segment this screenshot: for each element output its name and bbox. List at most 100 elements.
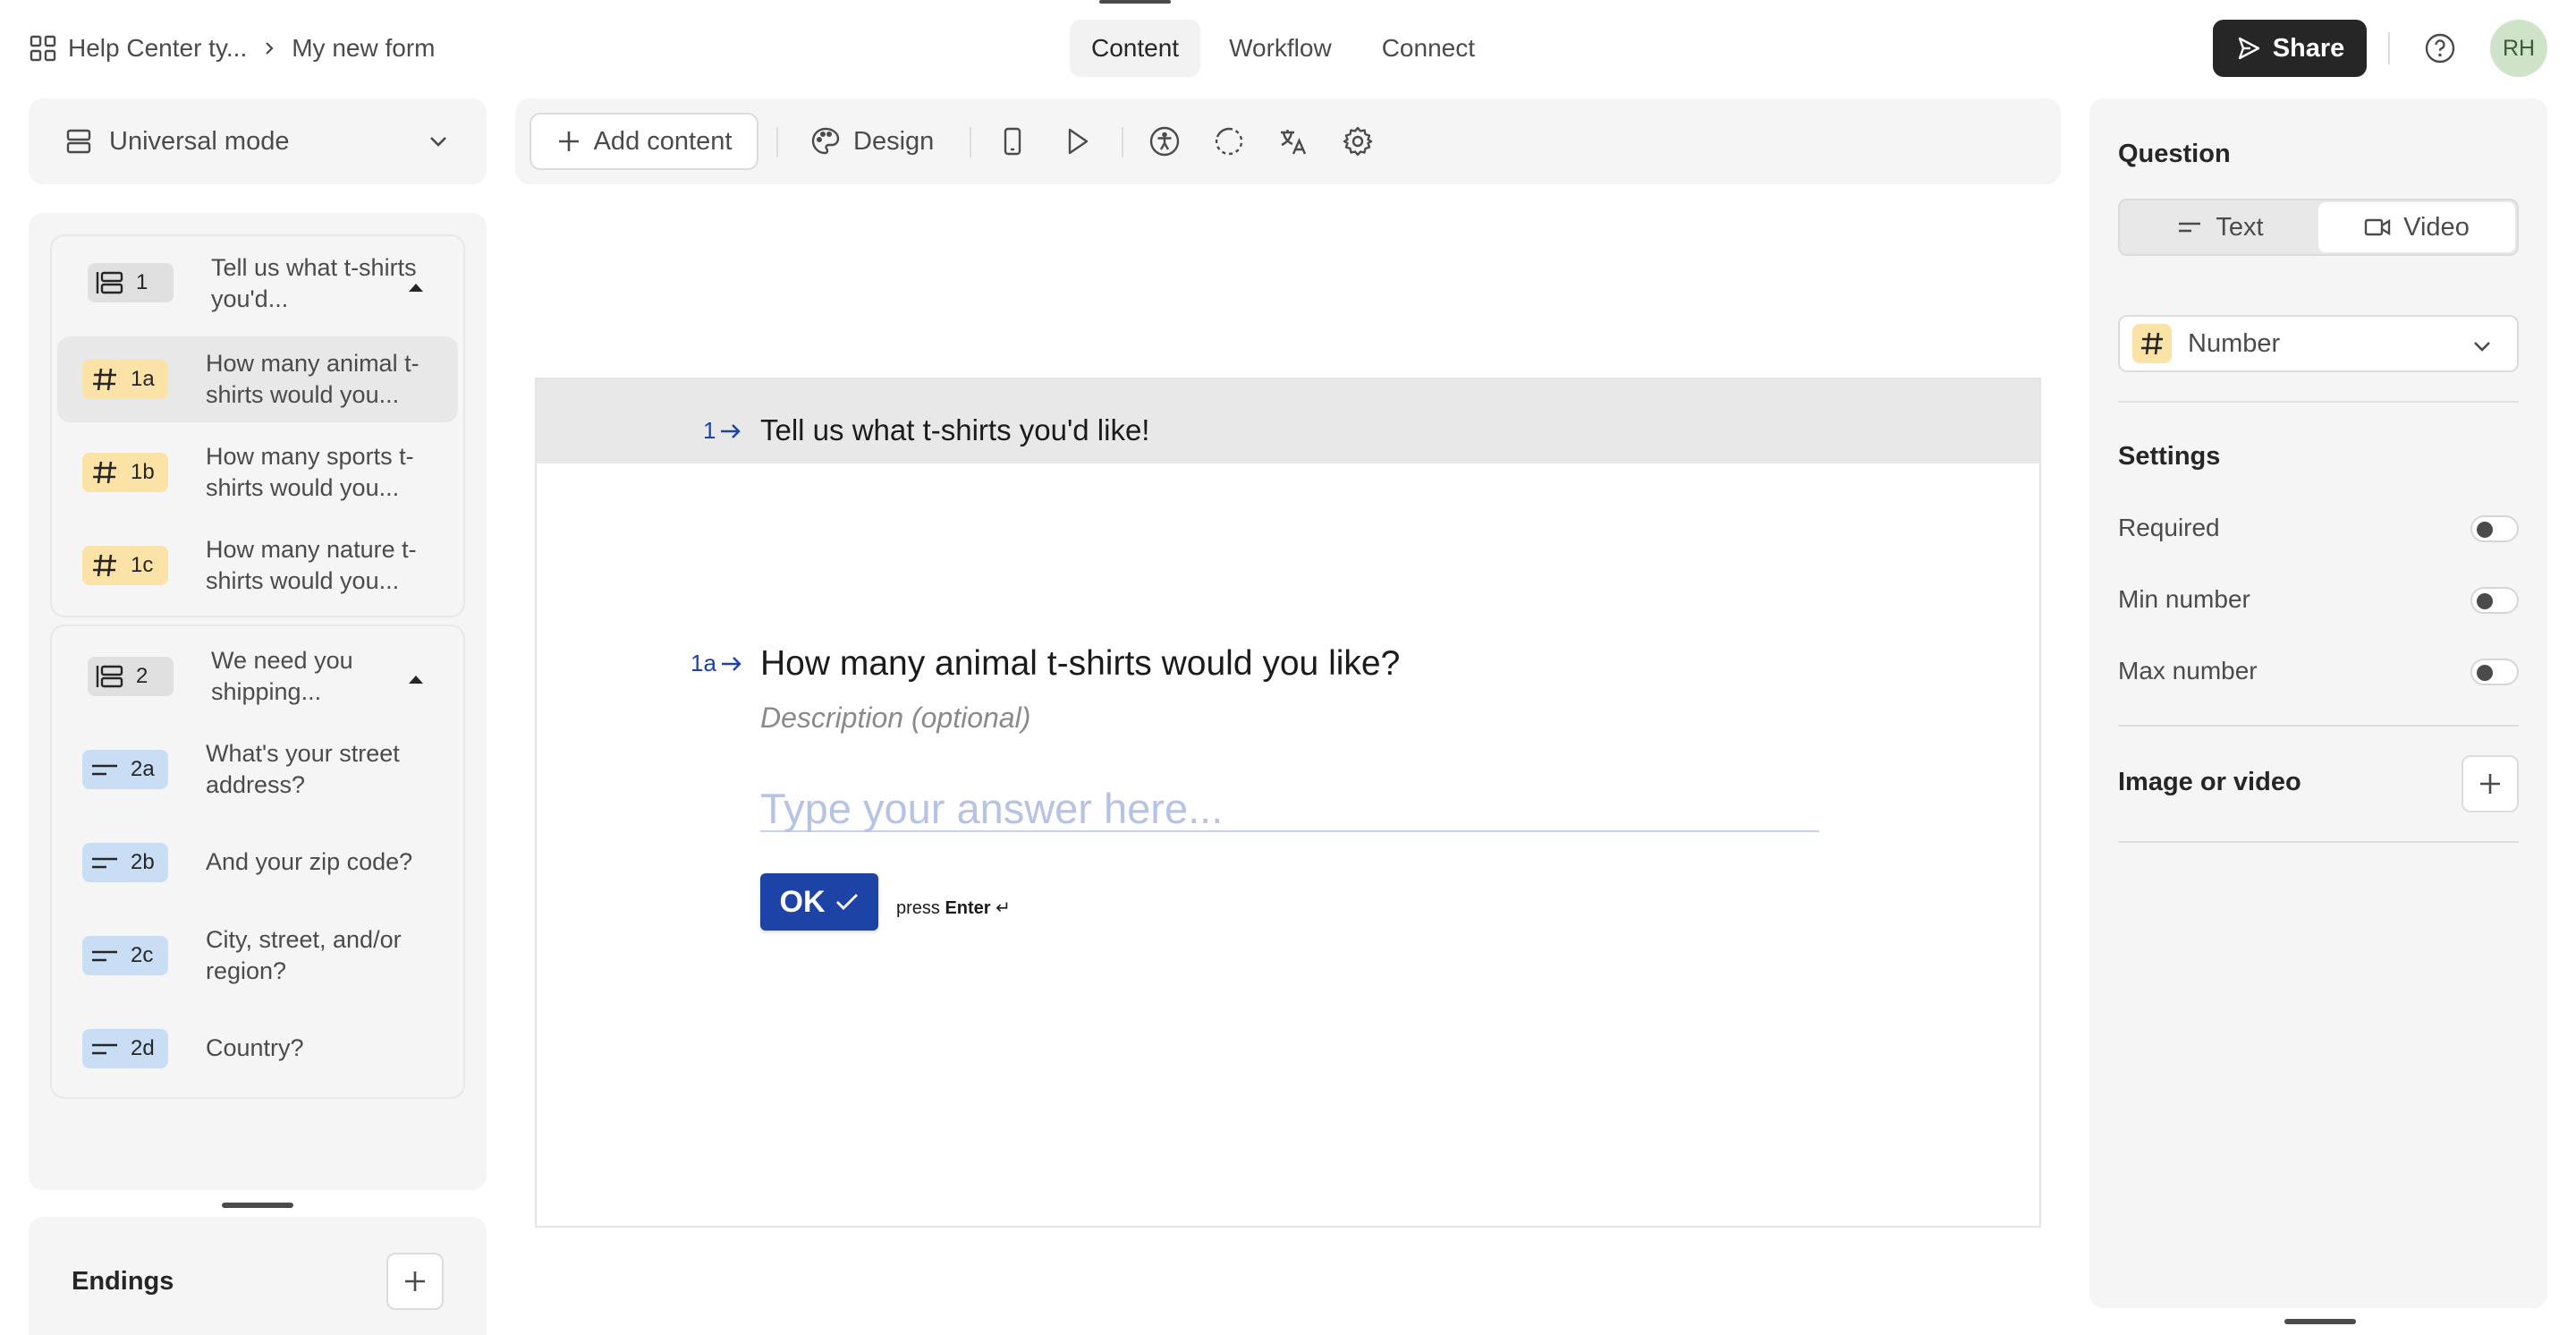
share-label: Share: [2272, 33, 2345, 63]
mode-selector[interactable]: Universal mode: [29, 98, 487, 184]
list-item[interactable]: 2c City, street, and/or region?: [57, 913, 458, 999]
mode-label: Universal mode: [109, 126, 290, 156]
description-field[interactable]: Description (optional): [760, 702, 1030, 735]
group-item-1[interactable]: 1 Tell us what t-shirts you'd...: [57, 242, 458, 329]
question-type-select[interactable]: Number: [2118, 315, 2519, 372]
settings-heading: Settings: [2118, 442, 2221, 471]
answer-input[interactable]: Type your answer here...: [760, 784, 1819, 832]
question-format-toggle: Text Video: [2118, 199, 2519, 256]
help-icon[interactable]: [2424, 32, 2456, 64]
press-enter-hint: press Enter ↵: [896, 898, 1011, 918]
add-ending-button[interactable]: [386, 1253, 444, 1310]
group-label: Tell us what t-shirts you'd...: [211, 254, 417, 312]
design-button[interactable]: Design: [810, 113, 934, 170]
group-header[interactable]: 1 Tell us what t-shirts you'd like!: [537, 379, 2039, 463]
plus-icon: [405, 1271, 425, 1291]
share-button[interactable]: Share: [2213, 20, 2367, 77]
add-content-button[interactable]: Add content: [530, 113, 758, 170]
short-text-icon: [92, 857, 117, 869]
progress-loader-icon[interactable]: [1213, 125, 1245, 157]
text-badge: 2c: [82, 936, 168, 975]
editor-toolbar: Add content Design: [515, 98, 2061, 184]
required-toggle[interactable]: [2470, 515, 2519, 542]
question-title[interactable]: How many animal t-shirts would you like?: [760, 644, 1400, 684]
media-heading: Image or video: [2118, 768, 2301, 796]
short-text-icon: [92, 764, 117, 776]
list-item[interactable]: 2a What's your street address?: [57, 727, 458, 812]
question-group-1: 1 Tell us what t-shirts you'd... 1a How …: [50, 234, 465, 617]
plus-icon: [2480, 774, 2500, 794]
item-label: City, street, and/or region?: [206, 926, 402, 984]
max-number-toggle[interactable]: [2470, 659, 2519, 685]
send-icon: [2238, 37, 2259, 60]
form-preview-canvas: 1 Tell us what t-shirts you'd like! 1a H…: [535, 378, 2041, 1228]
endings-heading: Endings: [72, 1267, 174, 1296]
ok-button[interactable]: OK: [760, 873, 878, 931]
chevron-right-icon: [266, 42, 274, 55]
min-number-toggle[interactable]: [2470, 587, 2519, 614]
caret-up-icon[interactable]: [406, 281, 426, 293]
check-icon: [835, 894, 858, 910]
translate-icon[interactable]: [1277, 125, 1309, 157]
group-title[interactable]: Tell us what t-shirts you'd like!: [760, 413, 1149, 447]
question-type-label: Number: [2188, 328, 2281, 358]
avatar[interactable]: RH: [2490, 20, 2547, 77]
list-item[interactable]: 1b How many sports t-shirts would you...: [57, 429, 458, 515]
play-preview-icon[interactable]: [1061, 125, 1093, 157]
number-badge: 1b: [82, 453, 168, 492]
tab-connect[interactable]: Connect: [1360, 20, 1496, 77]
short-text-icon: [92, 950, 117, 962]
divider: [2388, 32, 2390, 64]
text-badge: 2a: [82, 750, 168, 789]
number-badge: 1a: [82, 360, 168, 399]
breadcrumb: Help Center ty... My new form: [29, 30, 435, 66]
group-item-2[interactable]: 2 We need you shipping...: [57, 630, 458, 723]
chevron-down-icon: [2474, 342, 2490, 352]
segment-text[interactable]: Text: [2122, 202, 2318, 252]
add-media-button[interactable]: [2462, 755, 2519, 812]
segment-video[interactable]: Video: [2318, 202, 2515, 252]
mobile-preview-icon[interactable]: [996, 125, 1029, 157]
item-label: How many sports t-shirts would you...: [206, 443, 414, 501]
resize-handle[interactable]: [2284, 1319, 2356, 1324]
setting-required: Required: [2118, 510, 2519, 546]
item-label: How many nature t-shirts would you...: [206, 536, 417, 594]
tab-content[interactable]: Content: [1070, 0, 1201, 77]
text-badge: 2d: [82, 1029, 168, 1068]
list-item[interactable]: 2b And your zip code?: [57, 820, 458, 906]
resize-handle[interactable]: [222, 1203, 293, 1208]
question-group-2: 2 We need you shipping... 2a What's your…: [50, 625, 465, 1099]
apps-grid-icon[interactable]: [29, 34, 57, 63]
main-tabs: Content Workflow Connect: [1070, 0, 1496, 77]
accessibility-icon[interactable]: [1148, 125, 1181, 157]
setting-max-number: Max number: [2118, 653, 2519, 689]
arrow-right-icon: [721, 423, 741, 438]
layout-rows-icon: [66, 129, 91, 154]
group-icon: [96, 271, 123, 294]
group-badge: 2: [88, 657, 174, 696]
divider: [776, 127, 778, 157]
hash-icon: [93, 368, 116, 391]
divider: [970, 127, 971, 157]
endings-section: Endings: [29, 1217, 487, 1335]
setting-min-number: Min number: [2118, 582, 2519, 617]
settings-gear-icon[interactable]: [1342, 125, 1374, 157]
short-text-icon: [2179, 222, 2201, 233]
group-label: We need you shipping...: [211, 647, 353, 705]
short-text-icon: [92, 1043, 117, 1055]
question-tree: 1 Tell us what t-shirts you'd... 1a How …: [29, 213, 487, 1190]
item-label: What's your street address?: [206, 740, 400, 798]
list-item[interactable]: 1c How many nature t-shirts would you...: [57, 523, 458, 608]
list-item[interactable]: 2d Country?: [57, 1006, 458, 1092]
plus-icon: [558, 132, 579, 151]
item-label: How many animal t-shirts would you...: [206, 350, 419, 408]
hash-icon: [2141, 332, 2163, 355]
breadcrumb-form-name[interactable]: My new form: [292, 34, 435, 63]
list-item[interactable]: 1a How many animal t-shirts would you...: [57, 336, 458, 422]
question-number: 1a: [691, 650, 743, 677]
palette-icon: [811, 127, 840, 155]
chevron-down-icon: [430, 137, 446, 147]
breadcrumb-workspace[interactable]: Help Center ty...: [68, 34, 247, 63]
tab-workflow[interactable]: Workflow: [1208, 20, 1353, 77]
caret-up-icon[interactable]: [406, 673, 426, 685]
